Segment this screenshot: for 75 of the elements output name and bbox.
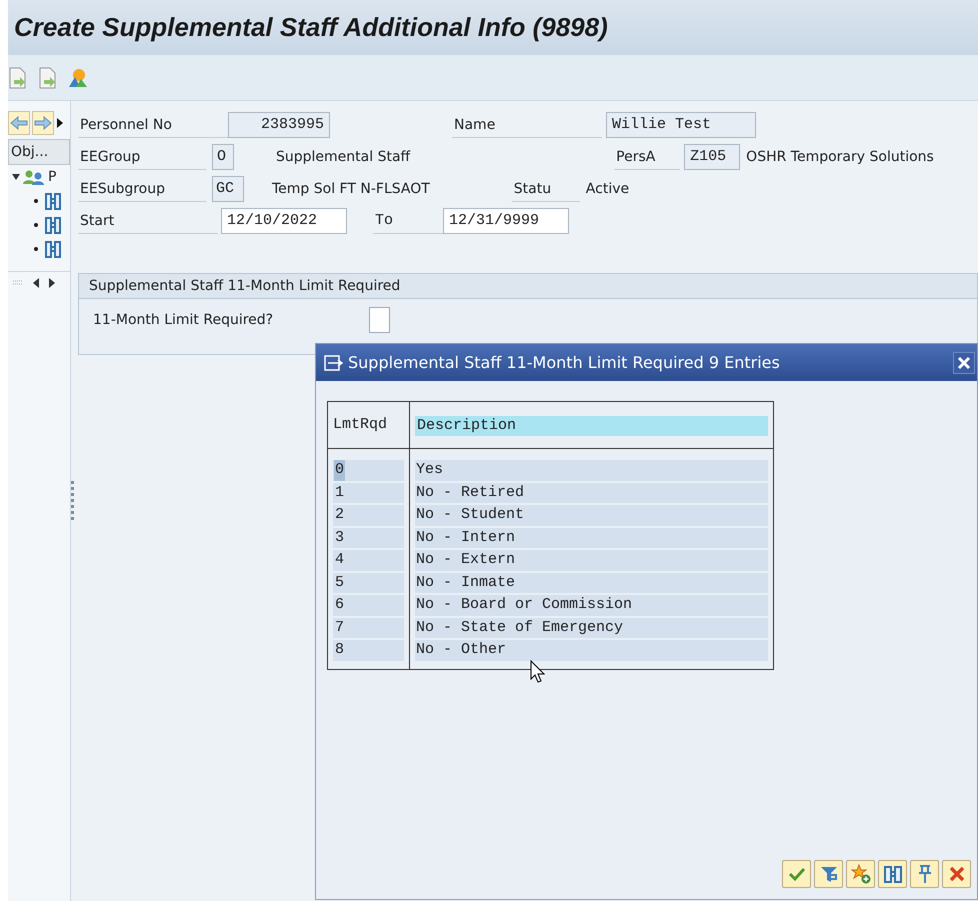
people-icon bbox=[23, 169, 45, 185]
table-cell[interactable]: 3 bbox=[334, 528, 346, 548]
binoculars-icon bbox=[882, 864, 902, 884]
window-title: Create Supplemental Staff Additional Info (9898) bbox=[14, 12, 608, 43]
close-button[interactable] bbox=[953, 352, 975, 374]
field-label: EEGroup bbox=[78, 144, 206, 170]
bullet-icon bbox=[34, 247, 38, 251]
field-text: Supplemental Staff bbox=[276, 149, 410, 165]
group-title: Supplemental Staff 11-Month Limit Required bbox=[79, 274, 977, 299]
scroll-left-icon[interactable] bbox=[32, 278, 40, 288]
column-header[interactable]: LmtRqd bbox=[328, 402, 410, 449]
field-text: Active bbox=[586, 181, 630, 197]
input-field[interactable]: Willie Test bbox=[606, 112, 756, 138]
table-cell[interactable]: No - Board or Commission bbox=[415, 595, 768, 616]
bullet-icon bbox=[34, 223, 38, 227]
dialog-title: Supplemental Staff 11-Month Limit Required 9 Entries bbox=[348, 353, 781, 372]
field-label: 11-Month Limit Required? bbox=[93, 312, 274, 328]
table-cell[interactable]: 0 bbox=[334, 460, 346, 480]
object-button[interactable]: Obj... bbox=[8, 139, 70, 165]
star-plus-button[interactable] bbox=[846, 860, 875, 888]
field-label: Start bbox=[78, 208, 218, 234]
landscape-icon[interactable] bbox=[68, 66, 88, 88]
table-cell[interactable]: No - State of Emergency bbox=[415, 618, 768, 638]
close-icon bbox=[957, 356, 971, 370]
mouse-pointer-icon bbox=[530, 660, 546, 684]
binoculars-icon[interactable] bbox=[44, 215, 62, 235]
table-cell[interactable]: 5 bbox=[334, 572, 346, 593]
input-field[interactable]: 2383995 bbox=[228, 112, 330, 138]
cancel-button[interactable] bbox=[942, 860, 971, 888]
binoculars-icon[interactable] bbox=[44, 191, 62, 211]
star-plus-icon bbox=[850, 864, 870, 884]
field-text: Temp Sol FT N-FLSAOT bbox=[272, 181, 430, 197]
input-field[interactable]: 12/10/2022 bbox=[221, 208, 347, 234]
table-cell[interactable]: No - Other bbox=[415, 640, 768, 660]
table-cell[interactable]: No - Intern bbox=[415, 528, 768, 548]
field-label: Statu bbox=[512, 176, 580, 202]
input-field[interactable]: O bbox=[212, 144, 234, 170]
binoculars-button[interactable] bbox=[878, 860, 907, 888]
table-cell[interactable]: 7 bbox=[334, 618, 346, 638]
table-cell[interactable]: No - Extern bbox=[415, 550, 768, 570]
pin-button[interactable] bbox=[910, 860, 939, 888]
table-cell[interactable]: 6 bbox=[334, 595, 346, 616]
table-cell[interactable]: No - Inmate bbox=[415, 572, 768, 593]
table-cell[interactable]: 8 bbox=[334, 640, 346, 660]
left-arrow-icon bbox=[10, 116, 28, 130]
input-field[interactable]: GC bbox=[212, 176, 244, 202]
document-arrow-icon[interactable] bbox=[38, 66, 58, 88]
filter-icon bbox=[818, 864, 838, 884]
field-text: OSHR Temporary Solutions bbox=[746, 149, 934, 165]
field-label: PersA bbox=[614, 144, 680, 170]
check-button[interactable] bbox=[782, 860, 811, 888]
dialog-icon bbox=[324, 354, 344, 370]
field-label: Name bbox=[452, 112, 602, 138]
table-cell[interactable]: 4 bbox=[334, 550, 346, 570]
input-field[interactable]: Z105 bbox=[684, 144, 740, 170]
filter-button[interactable] bbox=[814, 860, 843, 888]
field-label: EESubgroup bbox=[78, 176, 206, 202]
table-cell[interactable]: 2 bbox=[334, 505, 346, 526]
checkbox[interactable] bbox=[369, 307, 390, 333]
expand-arrow-icon[interactable] bbox=[56, 117, 64, 129]
tree-node[interactable]: P bbox=[48, 169, 56, 185]
table-cell[interactable]: No - Student bbox=[415, 505, 768, 526]
binoculars-icon[interactable] bbox=[44, 239, 62, 259]
bullet-icon bbox=[34, 199, 38, 203]
input-field[interactable]: 12/31/9999 bbox=[443, 208, 569, 234]
table-cell[interactable]: No - Retired bbox=[415, 482, 768, 503]
right-arrow-icon bbox=[34, 116, 52, 130]
table-cell[interactable]: Yes bbox=[415, 460, 768, 480]
splitter-grip-icon[interactable] bbox=[71, 481, 74, 521]
table-cell[interactable]: 1 bbox=[334, 482, 346, 503]
document-arrow-icon[interactable] bbox=[8, 66, 28, 88]
scroll-right-icon[interactable] bbox=[48, 278, 56, 288]
column-header[interactable]: Description bbox=[415, 416, 768, 436]
collapse-arrow-icon[interactable] bbox=[12, 174, 20, 180]
back-button[interactable] bbox=[8, 111, 30, 135]
